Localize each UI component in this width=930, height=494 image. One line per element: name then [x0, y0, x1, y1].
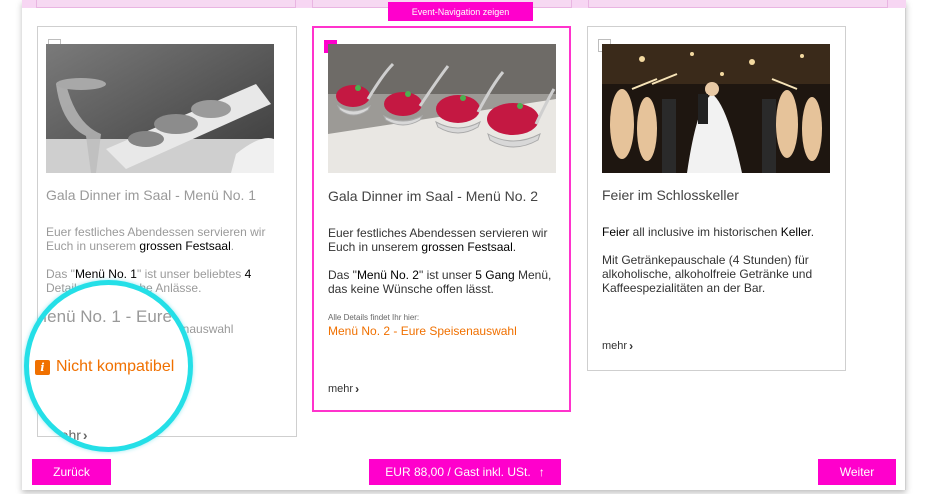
card-image-schlosskeller: [602, 44, 830, 173]
card-link-partial: enauswahl: [176, 322, 234, 336]
top-strip-segment-1: [36, 0, 296, 8]
card-feier-schlosskeller[interactable]: Feier im Schlosskeller Feier all inclusi…: [587, 26, 846, 371]
magnifier-highlight: Menü No. 1 - Eure i Nicht kompatibel meh…: [24, 280, 193, 452]
chevron-right-icon: ›: [82, 427, 88, 443]
menu-2-details-link[interactable]: Menü No. 2 - Eure Speisenauswahl: [328, 324, 517, 338]
incompatible-warning: i Nicht kompatibel: [35, 358, 174, 376]
chevron-right-icon: ›: [629, 339, 634, 353]
card-details: Mit Getränkepauschale (4 Stunden) für al…: [602, 253, 813, 295]
card-title: Gala Dinner im Saal - Menü No. 1: [46, 187, 257, 203]
more-link[interactable]: mehr ›: [328, 382, 359, 396]
price-summary-button[interactable]: EUR 88,00 / Gast inkl. USt. ↑: [369, 459, 561, 485]
next-button[interactable]: Weiter: [818, 459, 896, 485]
chevron-right-icon: ›: [355, 382, 360, 396]
back-button[interactable]: Zurück: [32, 459, 111, 485]
card-image-gala-menu-2: [328, 44, 556, 173]
card-image-gala-menu-1: [46, 44, 274, 173]
more-link[interactable]: mehr ›: [602, 339, 633, 353]
card-gala-menu-2[interactable]: Gala Dinner im Saal - Menü No. 2 Euer fe…: [312, 26, 571, 412]
overlay-menu-title: Menü No. 1 - Eure: [33, 307, 172, 326]
card-title: Gala Dinner im Saal - Menü No. 2: [328, 188, 539, 204]
card-details: Das "Menü No. 2" ist unser 5 Gang Menü, …: [328, 268, 552, 296]
incompatible-warning-text: Nicht kompatibel: [56, 358, 175, 375]
overlay-more-link[interactable]: mehr ›: [49, 427, 88, 443]
arrow-up-icon: ↑: [538, 465, 545, 479]
details-label: Alle Details findet Ihr hier:: [328, 313, 420, 322]
card-description: Euer festliches Abendessen servieren wir…: [46, 225, 266, 253]
event-navigation-toggle[interactable]: Event-Navigation zeigen: [388, 2, 533, 21]
info-icon: i: [35, 359, 50, 375]
card-description: Feier all inclusive im historischen Kell…: [602, 225, 815, 239]
card-description: Euer festliches Abendessen servieren wir…: [328, 226, 548, 254]
card-title: Feier im Schlosskeller: [602, 187, 739, 203]
price-label: EUR 88,00 / Gast inkl. USt.: [385, 465, 531, 479]
top-strip-segment-3: [588, 0, 888, 8]
